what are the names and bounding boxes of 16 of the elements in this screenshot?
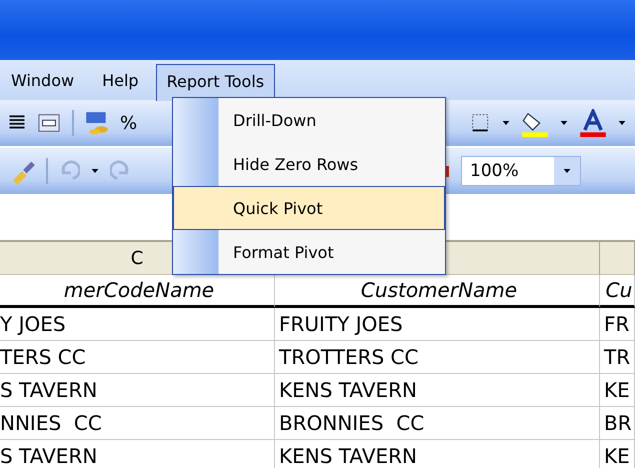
- table-cell: TR: [600, 341, 635, 374]
- table-cell: KENS TAVERN: [275, 374, 600, 407]
- table-cell: FR: [600, 308, 635, 341]
- table-cell: TERS CC: [0, 341, 275, 374]
- table-cell: KE: [600, 440, 635, 468]
- table-cell: Y JOES: [0, 308, 275, 341]
- table-cell: S TAVERN: [0, 374, 275, 407]
- table-cell: NNIES CC: [0, 407, 275, 440]
- table-cell: FRUITY JOES: [275, 308, 600, 341]
- table-cell: KENS TAVERN: [275, 440, 600, 468]
- table-cell: TROTTERS CC: [275, 341, 600, 374]
- table-cell: Cu: [600, 275, 635, 308]
- table-cell: BR: [600, 407, 635, 440]
- table-cell: KE: [600, 374, 635, 407]
- table-cell: BRONNIES CC: [275, 407, 600, 440]
- table-cell: S TAVERN: [0, 440, 275, 468]
